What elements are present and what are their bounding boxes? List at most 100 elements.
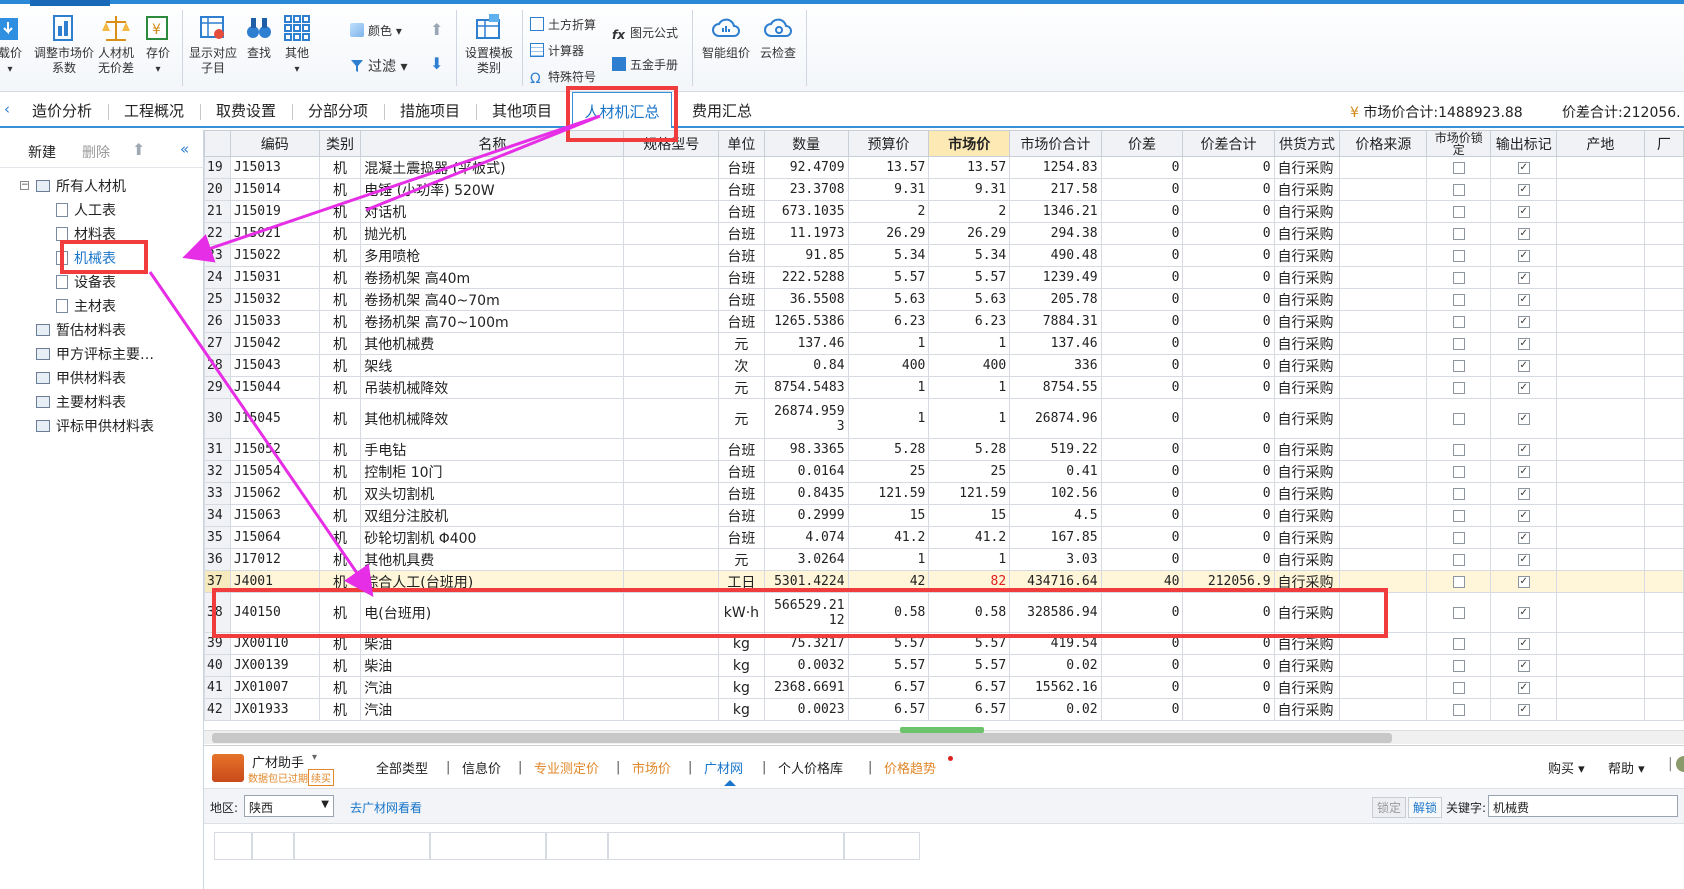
code-cell[interactable]: J15014 (229, 178, 320, 201)
budget-price-cell[interactable]: 400 (847, 354, 930, 377)
delete-button[interactable]: 删除 (82, 142, 110, 162)
diff-total-cell[interactable]: 0 (1182, 438, 1275, 461)
category-cell[interactable]: 机 (318, 266, 362, 289)
col-header-code[interactable]: 编码 (229, 130, 320, 157)
price-diff-cell[interactable]: 0 (1100, 156, 1184, 179)
supply-method-cell[interactable]: 自行采购 (1273, 244, 1341, 267)
code-cell[interactable]: JX01933 (229, 698, 320, 721)
diff-total-cell[interactable]: 0 (1182, 526, 1275, 549)
quantity-cell[interactable]: 36.5508 (763, 288, 849, 311)
table-row[interactable]: 26 J15033 机卷扬机架 高70~100m 台班 1265.5386 6.23 6.2… (204, 310, 1684, 333)
budget-price-cell[interactable]: 6.23 (847, 310, 930, 333)
manufacturer-cell[interactable] (1643, 592, 1684, 633)
price-source-cell[interactable] (1339, 200, 1428, 223)
code-cell[interactable]: J15062 (229, 482, 320, 505)
diff-total-cell[interactable]: 0 (1182, 178, 1275, 201)
manufacturer-cell[interactable] (1643, 570, 1684, 593)
category-cell[interactable]: 机 (318, 376, 362, 399)
price-diff-cell[interactable]: 0 (1100, 244, 1184, 267)
collapse-panel-icon[interactable]: « (180, 140, 189, 158)
price-diff-cell[interactable]: 0 (1100, 222, 1184, 245)
manufacturer-cell[interactable] (1643, 460, 1684, 483)
origin-cell[interactable] (1556, 332, 1645, 355)
origin-cell[interactable] (1556, 482, 1645, 505)
manufacturer-cell[interactable] (1643, 632, 1684, 655)
price-source-cell[interactable] (1339, 178, 1428, 201)
table-row[interactable]: 23 J15022 机多用喷枪 台班 91.85 5.34 5.34 490.48 0 0 自行采购… (204, 244, 1684, 267)
budget-price-cell[interactable]: 15 (847, 504, 930, 527)
market-total-cell[interactable]: 137.46 (1009, 332, 1102, 355)
load-price-button[interactable]: 载价 ▾ (0, 12, 28, 77)
origin-cell[interactable] (1556, 398, 1645, 439)
market-lock-checkbox[interactable] (1452, 337, 1465, 350)
origin-cell[interactable] (1556, 376, 1645, 399)
renew-button[interactable]: 续买 (308, 769, 334, 786)
price-source-cell[interactable] (1339, 332, 1428, 355)
diff-total-cell[interactable]: 0 (1182, 200, 1275, 223)
name-cell[interactable]: 电锤 (小功率) 520W (360, 178, 625, 201)
quantity-cell[interactable]: 4.074 (763, 526, 849, 549)
quantity-cell[interactable]: 0.2999 (763, 504, 849, 527)
tree-item-main-material[interactable]: 主材表 (56, 296, 116, 316)
budget-price-cell[interactable]: 1 (847, 376, 930, 399)
cloud-check-button[interactable]: 云检查 (756, 12, 800, 61)
quantity-cell[interactable]: 2368.6691 (763, 676, 849, 699)
set-template-category-button[interactable]: 设置模板 类别 (462, 12, 516, 76)
market-total-cell[interactable]: 519.22 (1009, 438, 1102, 461)
col-header-quantity[interactable]: 数量 (763, 130, 849, 157)
tab-guangcai-net[interactable]: 广材网 (704, 758, 743, 777)
manufacturer-cell[interactable] (1643, 200, 1684, 223)
market-total-cell[interactable]: 205.78 (1009, 288, 1102, 311)
price-diff-cell[interactable]: 0 (1100, 504, 1184, 527)
output-flag-checkbox[interactable]: ✓ (1517, 315, 1530, 328)
output-flag-checkbox[interactable]: ✓ (1517, 531, 1530, 544)
tab-all-types[interactable]: 全部类型 (376, 758, 428, 777)
market-lock-checkbox[interactable] (1452, 359, 1465, 372)
market-price-cell[interactable]: 5.34 (928, 244, 1011, 267)
tab-market-price[interactable]: 市场价 (632, 758, 671, 777)
price-diff-cell[interactable]: 0 (1100, 526, 1184, 549)
scrollbar-thumb[interactable] (212, 733, 1392, 743)
output-flag-checkbox[interactable]: ✓ (1517, 637, 1530, 650)
diff-total-cell[interactable]: 0 (1182, 376, 1275, 399)
name-cell[interactable]: 汽油 (360, 698, 625, 721)
market-price-cell[interactable]: 26.29 (928, 222, 1011, 245)
supply-method-cell[interactable]: 自行采购 (1273, 676, 1341, 699)
price-source-cell[interactable] (1339, 288, 1428, 311)
collapse-left-icon[interactable]: ‹ (4, 100, 10, 118)
tree-item-owner-bid-main[interactable]: 甲方评标主要… (36, 344, 154, 364)
category-cell[interactable]: 机 (318, 460, 362, 483)
smart-pricing-button[interactable]: 智能组价 (698, 12, 754, 61)
diff-total-cell[interactable]: 0 (1182, 548, 1275, 571)
col-header-supply-method[interactable]: 供货方式 (1273, 130, 1341, 157)
budget-price-cell[interactable]: 5.57 (847, 654, 930, 677)
price-source-cell[interactable] (1339, 460, 1428, 483)
market-price-cell[interactable]: 6.23 (928, 310, 1011, 333)
market-lock-checkbox[interactable] (1452, 509, 1465, 522)
price-source-cell[interactable] (1339, 526, 1428, 549)
category-cell[interactable]: 机 (318, 332, 362, 355)
unit-cell[interactable]: kg (717, 676, 765, 699)
diff-total-cell[interactable]: 0 (1182, 244, 1275, 267)
budget-price-cell[interactable]: 26.29 (847, 222, 930, 245)
name-cell[interactable]: 控制柜 10门 (360, 460, 625, 483)
manufacturer-cell[interactable] (1643, 526, 1684, 549)
manufacturer-cell[interactable] (1643, 310, 1684, 333)
budget-price-cell[interactable]: 2 (847, 200, 930, 223)
category-cell[interactable]: 机 (318, 288, 362, 311)
output-flag-checkbox[interactable]: ✓ (1517, 509, 1530, 522)
special-symbol-button[interactable]: Ω 特殊符号 (530, 68, 596, 86)
tree-collapse-toggle[interactable]: − (20, 181, 29, 190)
price-diff-cell[interactable]: 0 (1100, 310, 1184, 333)
output-flag-checkbox[interactable]: ✓ (1517, 443, 1530, 456)
output-flag-checkbox[interactable]: ✓ (1517, 553, 1530, 566)
output-flag-checkbox[interactable]: ✓ (1517, 161, 1530, 174)
market-total-cell[interactable]: 1254.83 (1009, 156, 1102, 179)
category-cell[interactable]: 机 (318, 482, 362, 505)
filter-dropdown[interactable]: 过滤 ▾ (350, 56, 407, 76)
market-lock-checkbox[interactable] (1452, 487, 1465, 500)
unit-cell[interactable]: 台班 (717, 526, 765, 549)
unit-cell[interactable]: 元 (717, 398, 765, 439)
supply-method-cell[interactable]: 自行采购 (1273, 526, 1341, 549)
manufacturer-cell[interactable] (1643, 266, 1684, 289)
